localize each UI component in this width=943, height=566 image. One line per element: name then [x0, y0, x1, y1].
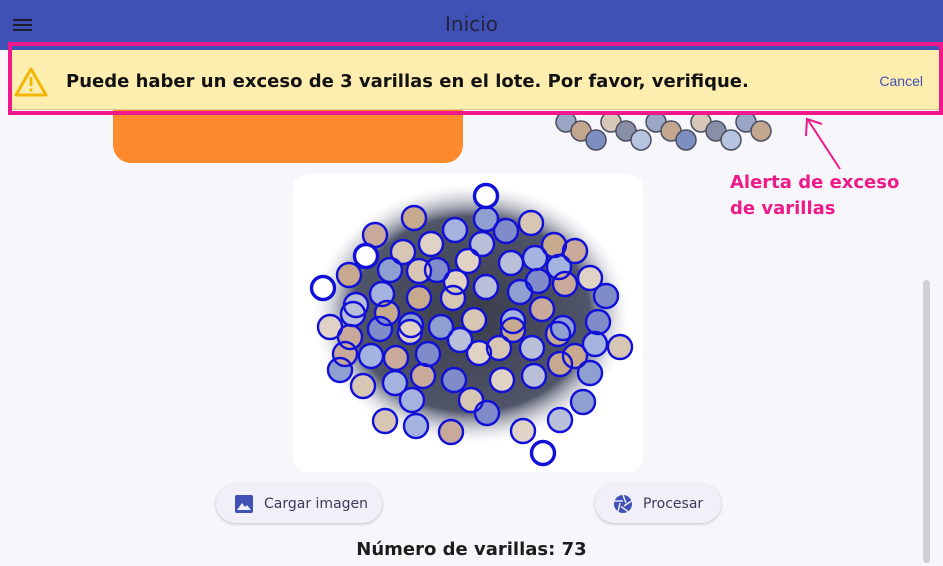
process-button[interactable]: Procesar [595, 484, 721, 523]
image-icon [235, 494, 253, 513]
rebar-thumbnail-image [555, 111, 772, 151]
app-bar: Inicio [0, 0, 943, 50]
annotation-label: Alerta de exceso de varillas [730, 170, 930, 222]
detection-circle-empty [310, 275, 336, 301]
warning-icon [14, 67, 48, 97]
load-image-label: Cargar imagen [264, 495, 369, 512]
annotation-line-2: de varillas [730, 198, 836, 219]
thumbnail-rebar-end [585, 129, 607, 151]
camera-shutter-icon [614, 494, 632, 513]
processed-image-card [293, 174, 643, 472]
detection-circle-empty [530, 440, 556, 466]
page-title: Inicio [445, 12, 498, 36]
detection-circle-empty [353, 243, 379, 269]
scrollbar[interactable] [923, 280, 930, 563]
process-label: Procesar [643, 495, 704, 512]
warning-banner: Puede haber un exceso de 3 varillas en e… [10, 50, 941, 110]
cancel-button[interactable]: Cancel [879, 73, 923, 89]
annotation-line-1: Alerta de exceso [730, 172, 900, 193]
load-image-button[interactable]: Cargar imagen [216, 484, 382, 523]
rebar-count-label: Número de varillas: [356, 539, 556, 560]
processed-rebar-image [309, 182, 634, 467]
rebar-count-value: 73 [561, 539, 587, 560]
thumbnail-rebar-end [675, 129, 697, 151]
rebar-count: Número de varillas: 73 [0, 539, 943, 560]
detection-circle-empty [473, 183, 499, 209]
thumbnail-rebar-end [750, 120, 772, 142]
banner-message: Puede haber un exceso de 3 varillas en e… [66, 71, 749, 92]
thumbnail-rebar-end [630, 129, 652, 151]
annotation-arrow [805, 117, 841, 170]
thumbnail-rebar-end [720, 129, 742, 151]
